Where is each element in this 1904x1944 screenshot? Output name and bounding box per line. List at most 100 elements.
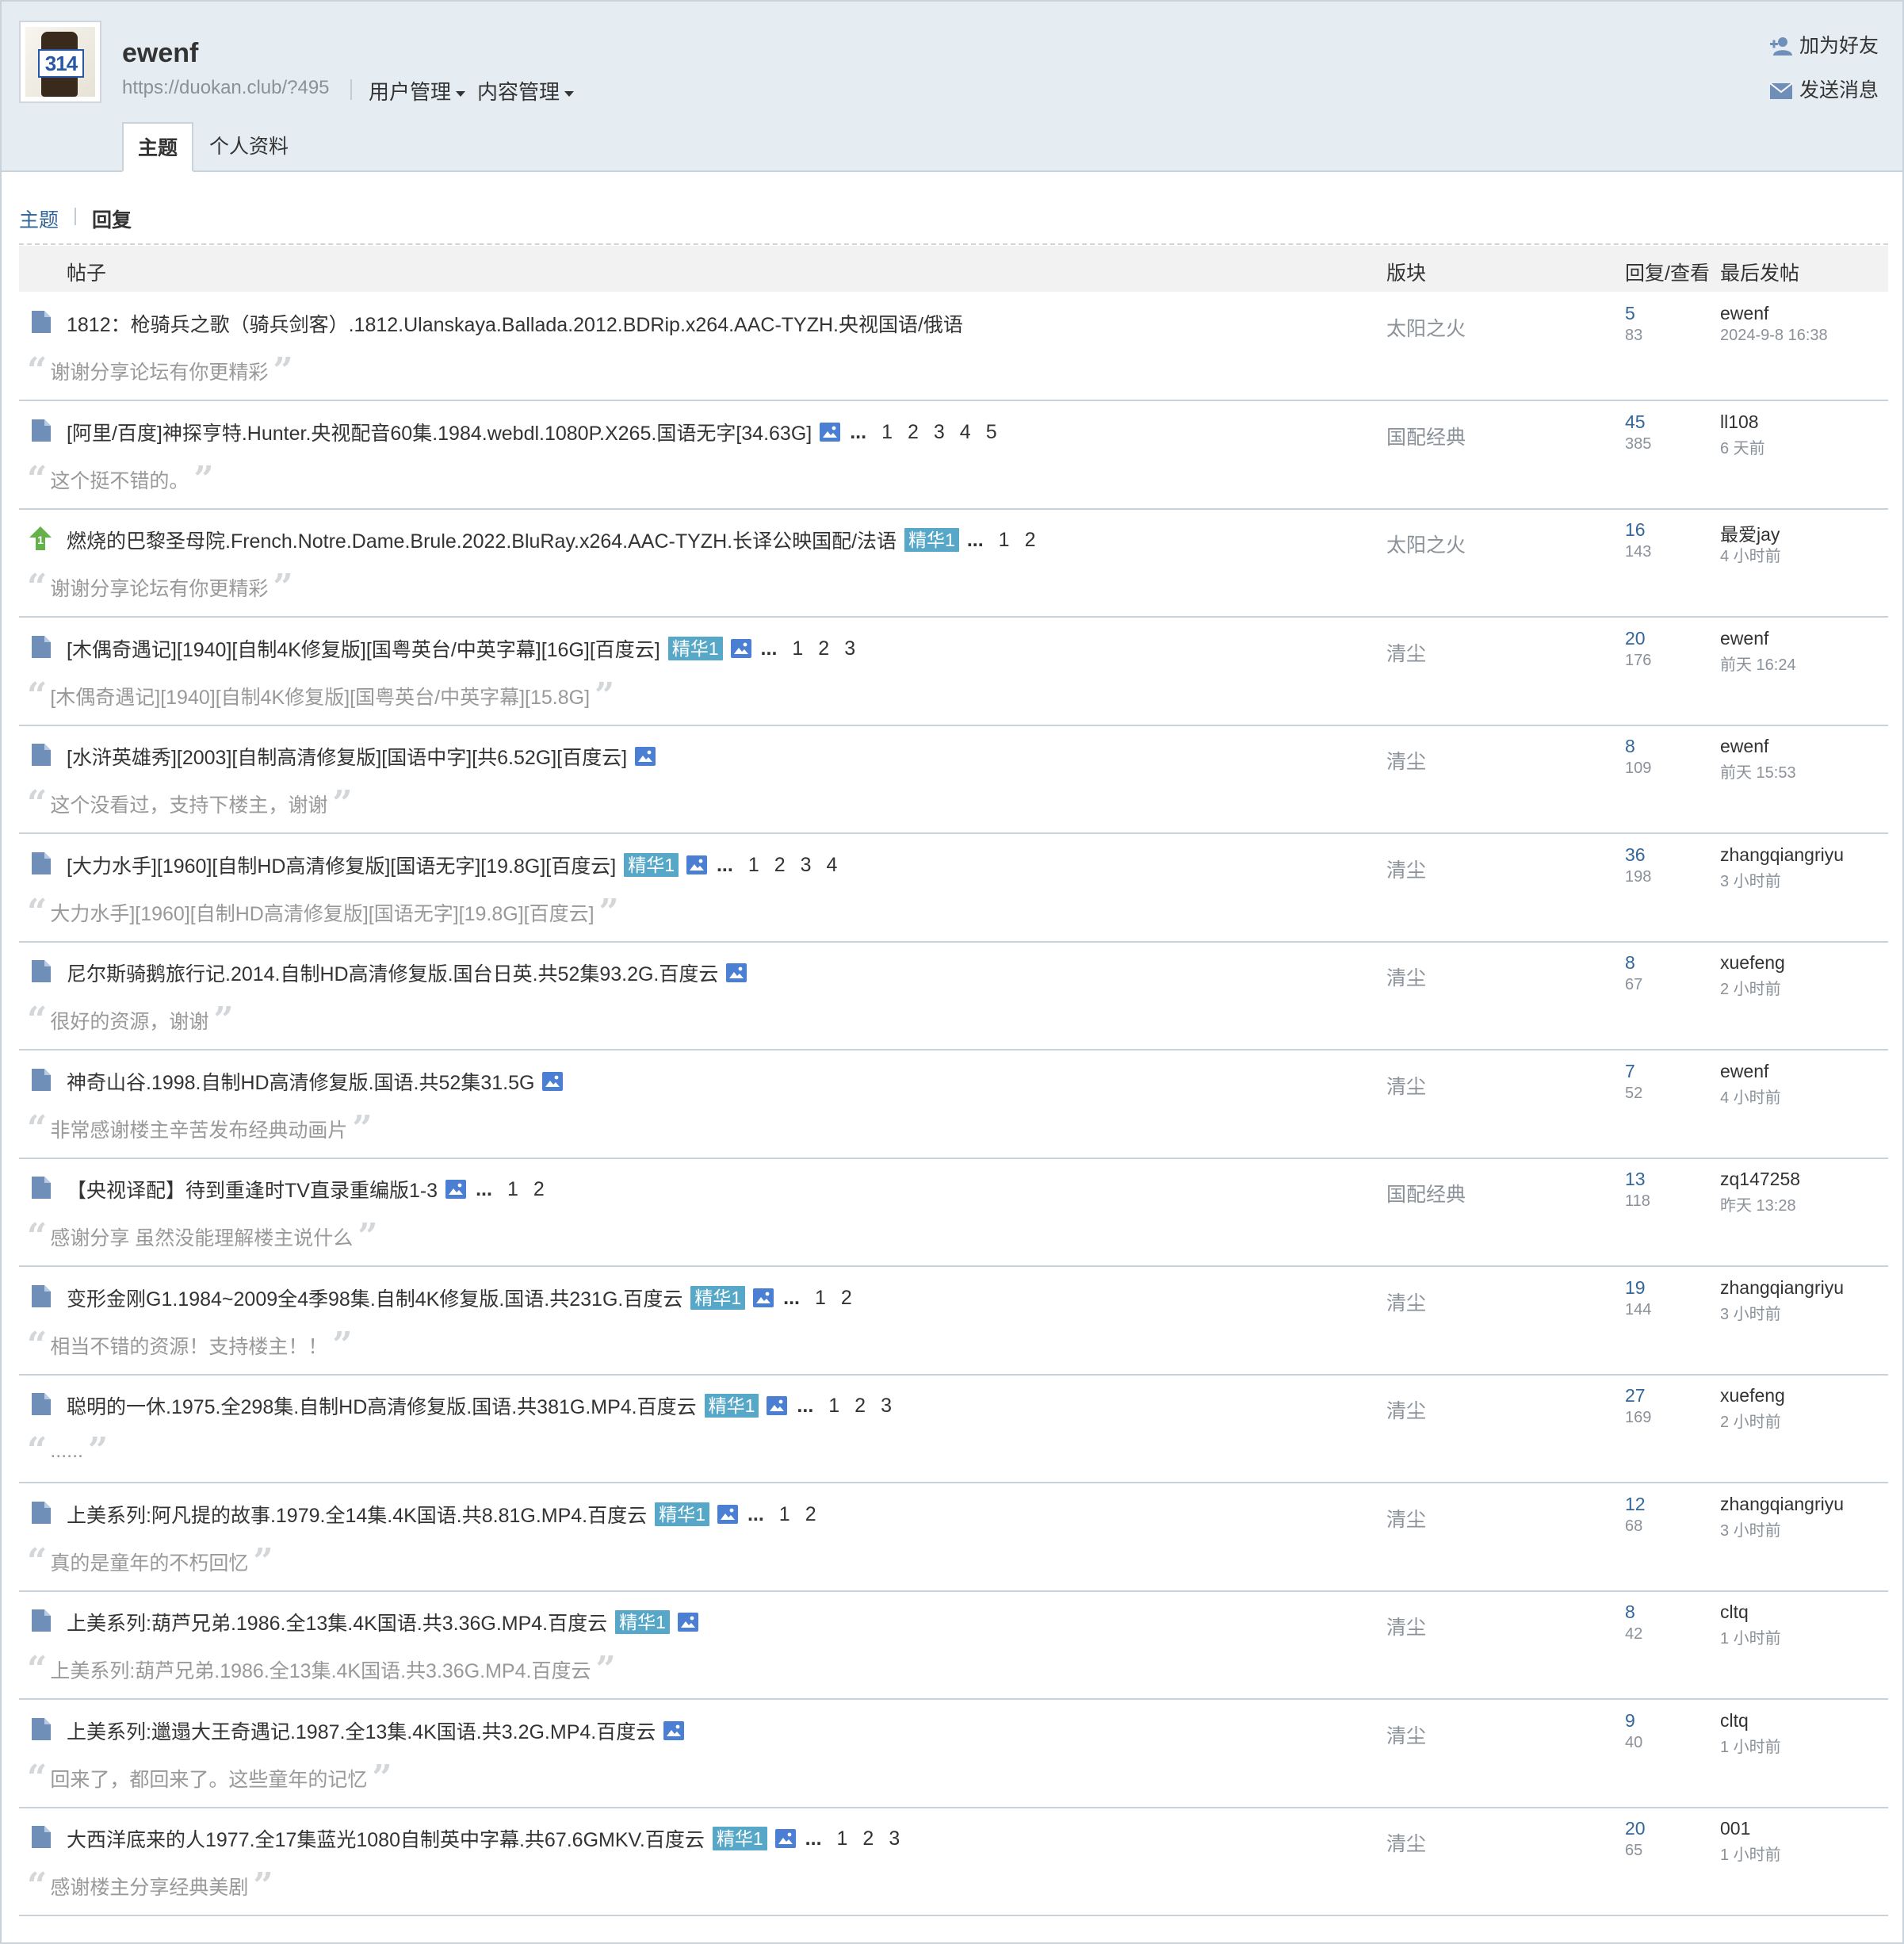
page-link[interactable]: 2 xyxy=(841,1287,852,1310)
forum-link[interactable]: 清尘 xyxy=(1386,1071,1426,1100)
last-post-time[interactable]: 6 天前 xyxy=(1720,435,1765,458)
forum-link[interactable]: 太阳之火 xyxy=(1386,530,1466,558)
last-post-time[interactable]: 昨天 13:28 xyxy=(1720,1192,1796,1215)
thread-title-link[interactable]: [大力水手][1960][自制HD高清修复版][国语无字][19.8G][百度云… xyxy=(67,851,616,879)
reply-quote-text[interactable]: ...... xyxy=(50,1440,83,1463)
forum-link[interactable]: 清尘 xyxy=(1386,1288,1426,1316)
avatar[interactable]: 314 xyxy=(19,21,101,103)
reply-count[interactable]: 16 xyxy=(1625,519,1646,541)
last-post-time[interactable]: 1 小时前 xyxy=(1720,1625,1781,1648)
content-management-dropdown[interactable]: 内容管理 xyxy=(477,76,575,105)
reply-quote-text[interactable]: 这个没看过，支持下楼主，谢谢 xyxy=(50,790,327,818)
page-link[interactable]: 1 xyxy=(779,1503,790,1526)
forum-link[interactable]: 清尘 xyxy=(1386,962,1426,991)
page-link[interactable]: 3 xyxy=(889,1827,900,1850)
page-link[interactable]: 3 xyxy=(881,1395,892,1418)
last-poster[interactable]: cltq xyxy=(1720,1710,1749,1732)
forum-link[interactable]: 清尘 xyxy=(1386,1612,1426,1640)
last-poster[interactable]: 最爱jay xyxy=(1720,519,1780,546)
last-post-time[interactable]: 前天 15:53 xyxy=(1720,760,1796,783)
page-link[interactable]: 1 xyxy=(748,854,759,877)
thread-title-link[interactable]: 大西洋底来的人1977.全17集蓝光1080自制英中字幕.共67.6GMKV.百… xyxy=(67,1824,705,1853)
username[interactable]: ewenf xyxy=(122,38,198,69)
last-post-time[interactable]: 1 小时前 xyxy=(1720,1842,1781,1865)
last-post-time[interactable]: 4 小时前 xyxy=(1720,543,1781,566)
reply-quote-text[interactable]: 感谢分享 虽然没能理解楼主说什么 xyxy=(50,1223,353,1251)
reply-count[interactable]: 19 xyxy=(1625,1277,1646,1299)
reply-quote-text[interactable]: 相当不错的资源！支持楼主！！ xyxy=(50,1331,327,1360)
forum-link[interactable]: 国配经典 xyxy=(1386,422,1466,450)
forum-link[interactable]: 清尘 xyxy=(1386,1395,1426,1424)
last-poster[interactable]: xuefeng xyxy=(1720,1385,1785,1406)
thread-title-link[interactable]: 尼尔斯骑鹅旅行记.2014.自制HD高清修复版.国台日英.共52集93.2G.百… xyxy=(67,959,718,987)
last-poster[interactable]: xuefeng xyxy=(1720,952,1785,974)
page-link[interactable]: 4 xyxy=(827,854,838,877)
thread-title-link[interactable]: 变形金刚G1.1984~2009全4季98集.自制4K修复版.国语.共231G.… xyxy=(67,1284,682,1312)
reply-count[interactable]: 45 xyxy=(1625,411,1646,433)
reply-count[interactable]: 27 xyxy=(1625,1385,1646,1406)
reply-quote-text[interactable]: 很好的资源，谢谢 xyxy=(50,1006,208,1035)
reply-quote-text[interactable]: 这个挺不错的。 xyxy=(50,465,189,494)
document-icon[interactable] xyxy=(30,1175,52,1200)
reply-quote-text[interactable]: 谢谢分享论坛有你更精彩 xyxy=(50,357,268,385)
tab-topics[interactable]: 主题 xyxy=(122,122,193,172)
page-link[interactable]: 4 xyxy=(960,421,971,444)
page-link[interactable]: 1 xyxy=(507,1178,518,1201)
thread-title-link[interactable]: 聪明的一休.1975.全298集.自制HD高清修复版.国语.共381G.MP4.… xyxy=(67,1391,697,1420)
thread-title-link[interactable]: 上美系列:邋遢大王奇遇记.1987.全13集.4K国语.共3.2G.MP4.百度… xyxy=(67,1716,656,1745)
reply-quote-text[interactable]: 谢谢分享论坛有你更精彩 xyxy=(50,573,268,602)
forum-link[interactable]: 太阳之火 xyxy=(1386,313,1466,342)
reply-count[interactable]: 8 xyxy=(1625,1602,1635,1623)
document-icon[interactable] xyxy=(30,1500,52,1525)
reply-count[interactable]: 20 xyxy=(1625,1818,1646,1839)
page-link[interactable]: 3 xyxy=(934,421,945,444)
thread-title-link[interactable]: 神奇山谷.1998.自制HD高清修复版.国语.共52集31.5G xyxy=(67,1067,534,1096)
reply-quote-text[interactable]: 大力水手][1960][自制HD高清修复版][国语无字][19.8G][百度云] xyxy=(50,898,594,927)
last-poster[interactable]: zhangqiangriyu xyxy=(1720,1494,1844,1515)
page-link[interactable]: 5 xyxy=(986,421,997,444)
tab-profile[interactable]: 个人资料 xyxy=(201,122,296,172)
thread-title-link[interactable]: [阿里/百度]神探亨特.Hunter.央视配音60集.1984.webdl.10… xyxy=(67,418,812,446)
forum-link[interactable]: 清尘 xyxy=(1386,638,1426,667)
page-link[interactable]: 3 xyxy=(801,854,812,877)
last-poster[interactable]: ewenf xyxy=(1720,628,1768,649)
thread-title-link[interactable]: [水浒英雄秀][2003][自制高清修复版][国语中字][共6.52G][百度云… xyxy=(67,742,627,771)
last-poster[interactable]: zq147258 xyxy=(1720,1169,1800,1190)
forum-link[interactable]: 清尘 xyxy=(1386,1828,1426,1857)
subtab-topics[interactable]: 主题 xyxy=(19,205,59,233)
reply-count[interactable]: 20 xyxy=(1625,628,1646,649)
document-icon[interactable] xyxy=(30,418,52,443)
last-post-time[interactable]: 3 小时前 xyxy=(1720,1517,1781,1540)
send-message-button[interactable]: 发送消息 xyxy=(1769,75,1879,103)
forum-link[interactable]: 国配经典 xyxy=(1386,1179,1466,1207)
last-poster[interactable]: cltq xyxy=(1720,1602,1749,1623)
thread-title-link[interactable]: 燃烧的巴黎圣母院.French.Notre.Dame.Brule.2022.Bl… xyxy=(67,526,897,554)
reply-count[interactable]: 13 xyxy=(1625,1169,1646,1190)
reply-count[interactable]: 9 xyxy=(1625,1710,1635,1732)
page-link[interactable]: 2 xyxy=(908,421,919,444)
document-icon[interactable] xyxy=(30,1067,52,1093)
page-link[interactable]: 3 xyxy=(844,637,855,660)
page-link[interactable]: 2 xyxy=(862,1827,874,1850)
page-link[interactable]: 1 xyxy=(881,421,893,444)
last-poster[interactable]: ll108 xyxy=(1720,411,1759,433)
reply-count[interactable]: 36 xyxy=(1625,844,1646,866)
thread-title-link[interactable]: 1812：枪骑兵之歌（骑兵剑客）.1812.Ulanskaya.Ballada.… xyxy=(67,309,963,338)
reply-quote-text[interactable]: 真的是童年的不朽回忆 xyxy=(50,1548,248,1576)
reply-count[interactable]: 8 xyxy=(1625,736,1635,757)
forum-link[interactable]: 清尘 xyxy=(1386,855,1426,883)
document-icon[interactable] xyxy=(30,742,52,767)
forum-link[interactable]: 清尘 xyxy=(1386,1504,1426,1533)
thread-title-link[interactable]: 上美系列:葫芦兄弟.1986.全13集.4K国语.共3.36G.MP4.百度云 xyxy=(67,1608,607,1636)
reply-quote-text[interactable]: [木偶奇遇记][1940][自制4K修复版][国粤英台/中英字幕][15.8G] xyxy=(50,682,590,710)
document-icon[interactable] xyxy=(30,959,52,984)
add-friend-button[interactable]: 加为好友 xyxy=(1769,30,1879,59)
reply-quote-text[interactable]: 上美系列:葫芦兄弟.1986.全13集.4K国语.共3.36G.MP4.百度云 xyxy=(50,1655,591,1684)
page-link[interactable]: 2 xyxy=(818,637,829,660)
page-link[interactable]: 2 xyxy=(1025,529,1036,552)
last-poster[interactable]: zhangqiangriyu xyxy=(1720,1277,1844,1299)
last-post-time[interactable]: 3 小时前 xyxy=(1720,1301,1781,1324)
page-link[interactable]: 1 xyxy=(828,1395,839,1418)
forum-link[interactable]: 清尘 xyxy=(1386,746,1426,775)
thread-title-link[interactable]: 【央视译配】待到重逢时TV直录重编版1-3 xyxy=(67,1175,438,1204)
